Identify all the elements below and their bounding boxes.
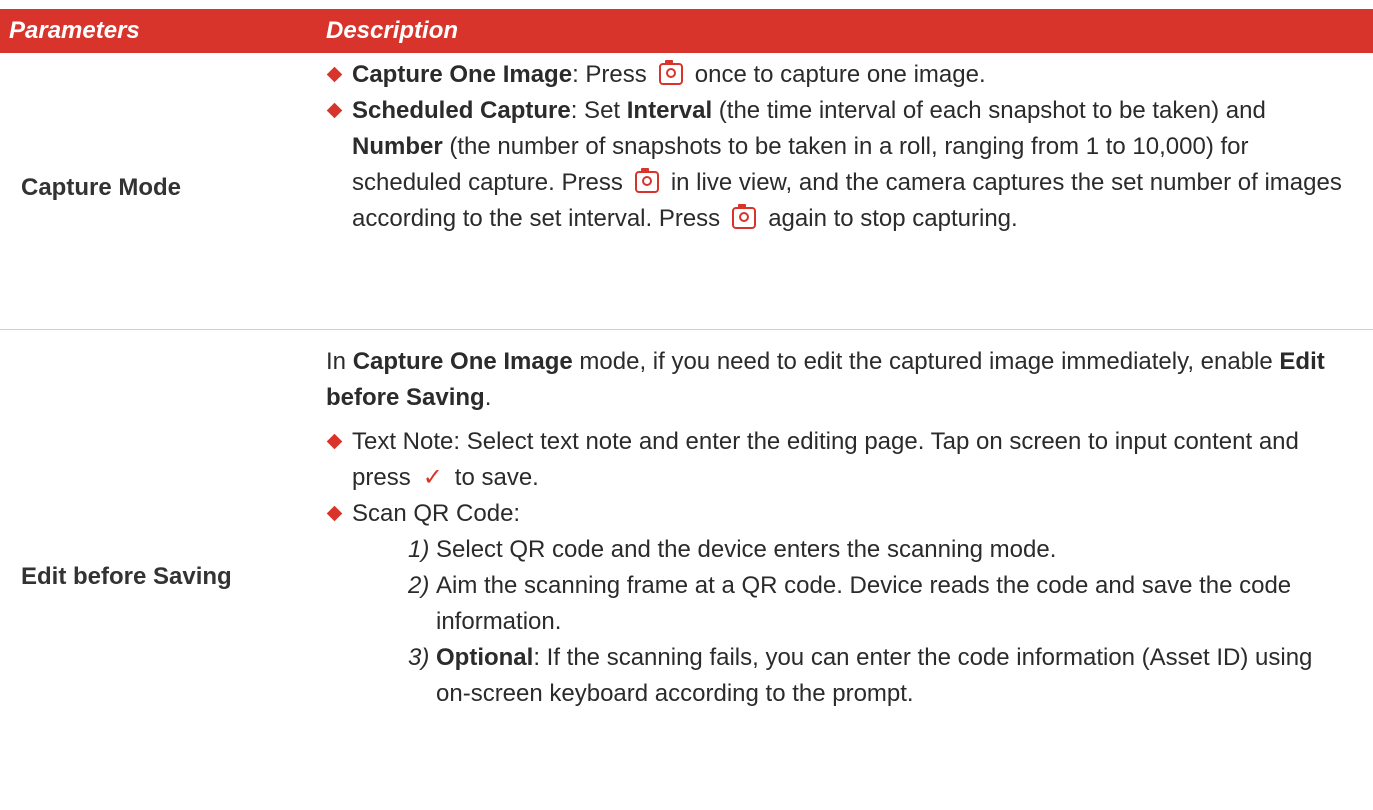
text: once to capture one image. (694, 61, 986, 88)
bullet-text-note: Text Note: Select text note and enter th… (326, 424, 1351, 496)
table-row: Edit before Saving In Capture One Image … (0, 330, 1373, 785)
param-edit-before-saving: Edit before Saving (21, 563, 232, 590)
parameter-table: Parameters Description Capture Mode Capt… (0, 9, 1373, 785)
text: mode, if you need to edit the captured i… (579, 348, 1273, 375)
check-icon: ✓ (422, 464, 443, 491)
text: : Press (572, 61, 647, 88)
bullet-scheduled-capture: Scheduled Capture: Set Interval (the tim… (326, 93, 1351, 237)
term-number: Number (352, 133, 443, 160)
bullet-scan-qr-code: Scan QR Code: (326, 496, 1351, 532)
header-parameters: Parameters (9, 17, 140, 44)
step-number: 3) (408, 644, 430, 671)
diamond-bullet-icon (326, 66, 343, 83)
step-1: 1) Select QR code and the device enters … (326, 532, 1351, 568)
term-capture-one-image: Capture One Image (352, 348, 573, 375)
description-capture-mode: Capture One Image: Press once to capture … (326, 57, 1351, 237)
text: (the time interval of each snapshot to b… (718, 97, 1266, 124)
camera-icon (634, 168, 659, 193)
step-number: 2) (408, 572, 430, 599)
text: . (484, 384, 492, 411)
text: Scan QR Code: (352, 500, 521, 527)
text: Select QR code and the device enters the… (436, 536, 1057, 563)
text: to save. (454, 464, 539, 491)
term-interval: Interval (626, 97, 713, 124)
term-optional: Optional (436, 644, 534, 671)
diamond-bullet-icon (326, 433, 343, 450)
step-3: 3) Optional: If the scanning fails, you … (326, 640, 1351, 712)
bullet-capture-one-image: Capture One Image: Press once to capture … (326, 57, 1351, 93)
term-capture-one-image: Capture One Image (352, 61, 573, 88)
step-2: 2) Aim the scanning frame at a QR code. … (326, 568, 1351, 640)
camera-icon (658, 60, 683, 85)
intro-paragraph: In Capture One Image mode, if you need t… (326, 344, 1351, 416)
term-scheduled-capture: Scheduled Capture (352, 97, 571, 124)
description-edit-before-saving: In Capture One Image mode, if you need t… (326, 344, 1351, 712)
table-header: Parameters Description (0, 9, 1373, 53)
camera-icon (732, 204, 757, 229)
param-capture-mode: Capture Mode (21, 174, 182, 201)
text: Aim the scanning frame at a QR code. Dev… (436, 572, 1292, 635)
diamond-bullet-icon (326, 505, 343, 522)
text: In (326, 348, 347, 375)
text: : Set (570, 97, 621, 124)
text: again to stop capturing. (768, 205, 1018, 232)
step-number: 1) (408, 536, 430, 563)
text: : If the scanning fails, you can enter t… (436, 644, 1313, 707)
table-row: Capture Mode Capture One Image: Press onc… (0, 53, 1373, 330)
diamond-bullet-icon (326, 102, 343, 119)
header-description: Description (326, 17, 459, 44)
